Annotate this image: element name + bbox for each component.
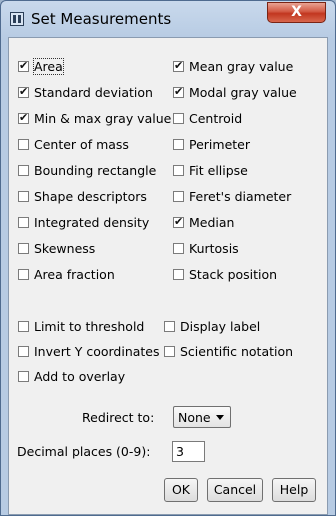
checkbox-bounding-rectangle[interactable]: Bounding rectangle <box>18 162 157 178</box>
checkbox-box[interactable] <box>164 320 175 332</box>
checkbox-integrated-density[interactable]: Integrated density <box>18 214 150 230</box>
checkbox-center-of-mass[interactable]: Center of mass <box>18 136 129 152</box>
checkbox-skewness[interactable]: Skewness <box>18 240 96 256</box>
checkbox-label: Area fraction <box>34 266 115 282</box>
checkbox-label: Center of mass <box>34 136 129 152</box>
checkbox-limit-to-threshold[interactable]: Limit to threshold <box>18 318 145 334</box>
checkbox-label: Median <box>189 214 235 230</box>
checkbox-box[interactable] <box>173 138 184 150</box>
decimal-places-input[interactable]: 3 <box>172 441 205 462</box>
checkbox-display-label[interactable]: Display label <box>164 318 261 334</box>
checkbox-label: Scientific notation <box>180 343 294 359</box>
decimal-places-label: Decimal places (0-9): <box>17 444 151 459</box>
redirect-dropdown[interactable]: None <box>173 406 231 428</box>
checkbox-label: Integrated density <box>34 214 150 230</box>
checkbox-box[interactable] <box>18 59 29 73</box>
checkbox-box[interactable] <box>18 345 29 357</box>
checkbox-kurtosis[interactable]: Kurtosis <box>173 240 239 256</box>
checkbox-box[interactable] <box>173 85 184 99</box>
checkbox-ferets-diameter[interactable]: Feret's diameter <box>173 188 292 204</box>
redirect-label: Redirect to: <box>82 410 155 425</box>
checkbox-box[interactable] <box>18 268 29 280</box>
checkbox-label: Perimeter <box>189 136 250 152</box>
checkbox-label: Fit ellipse <box>189 162 248 178</box>
checkbox-label: Stack position <box>189 266 278 282</box>
imagej-icon <box>10 12 24 26</box>
checkbox-label: Display label <box>180 318 261 334</box>
checkbox-box[interactable] <box>173 268 184 280</box>
checkbox-mean-gray-value[interactable]: Mean gray value <box>173 58 294 74</box>
checkbox-label: Add to overlay <box>34 368 126 384</box>
checkbox-box[interactable] <box>18 216 29 228</box>
checkbox-shape-descriptors[interactable]: Shape descriptors <box>18 188 147 204</box>
checkbox-box[interactable] <box>18 85 29 99</box>
checkbox-label: Bounding rectangle <box>34 162 157 178</box>
checkbox-perimeter[interactable]: Perimeter <box>173 136 250 152</box>
checkbox-box[interactable] <box>18 138 29 150</box>
checkbox-label: Invert Y coordinates <box>34 343 160 359</box>
dialog-body: Area Standard deviation Min & max gray v… <box>8 37 328 515</box>
chevron-down-icon <box>216 415 224 420</box>
set-measurements-dialog: Set Measurements X Area Standard deviati… <box>0 0 336 516</box>
title-bar[interactable]: Set Measurements X <box>1 1 335 37</box>
checkbox-label: Mean gray value <box>189 58 294 74</box>
checkbox-label: Kurtosis <box>189 240 239 256</box>
checkbox-label: Limit to threshold <box>34 318 145 334</box>
checkbox-standard-deviation[interactable]: Standard deviation <box>18 84 153 100</box>
redirect-value: None <box>178 409 211 425</box>
checkbox-box[interactable] <box>18 111 29 125</box>
help-button[interactable]: Help <box>272 478 316 502</box>
checkbox-scientific-notation[interactable]: Scientific notation <box>164 343 294 359</box>
checkbox-box[interactable] <box>18 190 29 202</box>
checkbox-centroid[interactable]: Centroid <box>173 110 243 126</box>
checkbox-area-fraction[interactable]: Area fraction <box>18 266 115 282</box>
checkbox-label: Min & max gray value <box>34 110 172 126</box>
checkbox-box[interactable] <box>173 242 184 254</box>
checkbox-box[interactable] <box>173 215 184 229</box>
checkbox-min-max-gray-value[interactable]: Min & max gray value <box>18 110 172 126</box>
checkbox-fit-ellipse[interactable]: Fit ellipse <box>173 162 248 178</box>
window-title: Set Measurements <box>31 10 172 28</box>
checkbox-area[interactable]: Area <box>18 57 64 75</box>
checkbox-box[interactable] <box>18 242 29 254</box>
checkbox-label: Area <box>33 57 64 75</box>
close-button[interactable]: X <box>267 2 326 23</box>
checkbox-invert-y-coordinates[interactable]: Invert Y coordinates <box>18 343 160 359</box>
cancel-button[interactable]: Cancel <box>207 478 263 502</box>
checkbox-add-to-overlay[interactable]: Add to overlay <box>18 368 126 384</box>
checkbox-label: Standard deviation <box>34 84 153 100</box>
checkbox-box[interactable] <box>18 320 29 332</box>
checkbox-label: Skewness <box>34 240 96 256</box>
checkbox-box[interactable] <box>173 164 184 176</box>
checkbox-box[interactable] <box>173 59 184 73</box>
checkbox-box[interactable] <box>173 112 184 124</box>
ok-button[interactable]: OK <box>164 478 198 502</box>
checkbox-modal-gray-value[interactable]: Modal gray value <box>173 84 297 100</box>
checkbox-box[interactable] <box>164 345 175 357</box>
checkbox-stack-position[interactable]: Stack position <box>173 266 278 282</box>
checkbox-box[interactable] <box>18 164 29 176</box>
checkbox-box[interactable] <box>173 190 184 202</box>
checkbox-label: Feret's diameter <box>189 188 292 204</box>
checkbox-box[interactable] <box>18 370 29 382</box>
checkbox-label: Centroid <box>189 110 243 126</box>
checkbox-median[interactable]: Median <box>173 214 235 230</box>
checkbox-label: Modal gray value <box>189 84 297 100</box>
checkbox-label: Shape descriptors <box>34 188 147 204</box>
